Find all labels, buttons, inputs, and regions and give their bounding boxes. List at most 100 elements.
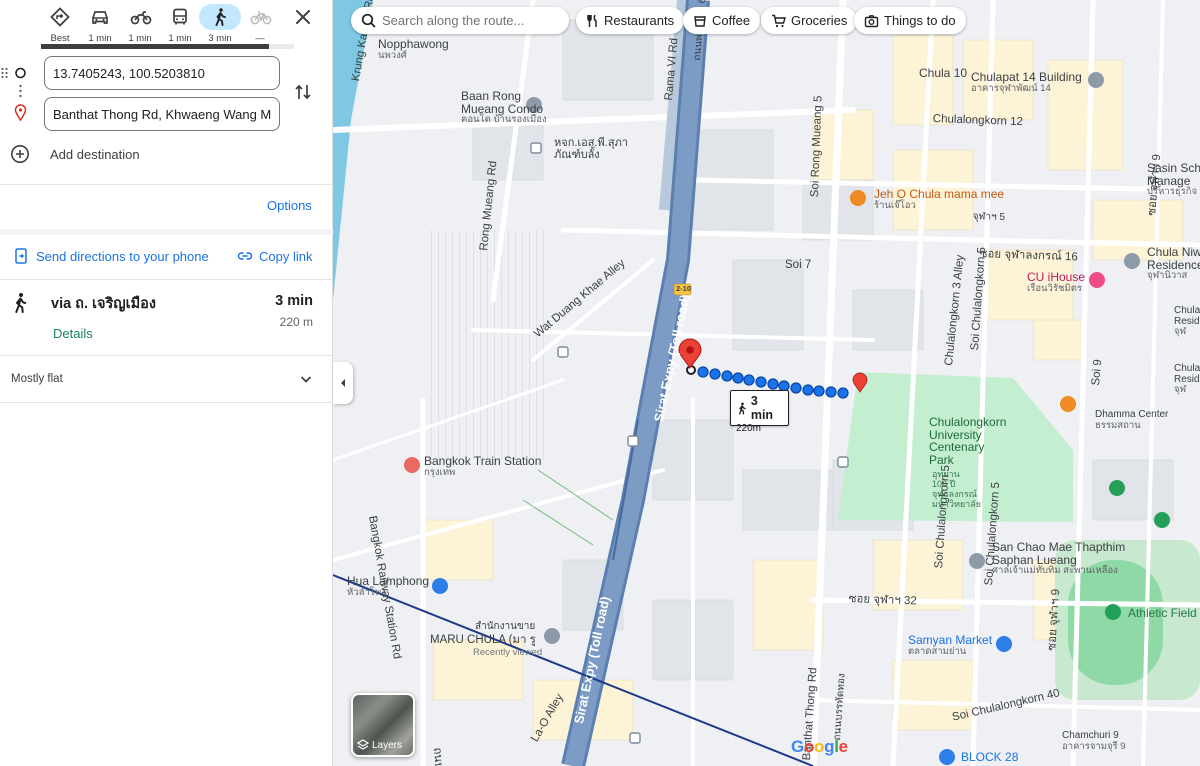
chip-things-to-do[interactable]: Things to do	[854, 7, 966, 34]
chip-restaurants-label: Restaurants	[604, 13, 675, 28]
route-distance: 220 m	[279, 315, 313, 329]
road-label: Soi 7	[785, 259, 812, 271]
divider	[0, 355, 333, 356]
mode-cycling[interactable]: —	[240, 4, 280, 46]
details-button[interactable]: Details	[53, 326, 93, 341]
poi-label: CU iHouse เรือนวิรัชมิตร	[1027, 270, 1086, 294]
place-label: MARU CHULA (มา รู	[430, 634, 536, 646]
route-stops-icon	[1, 67, 27, 122]
mode-cycling-label: —	[255, 33, 265, 44]
poi-label: Jeh O Chula mama mee ร้านเจ๊โอว	[874, 187, 1005, 211]
recent-label: Recently viewed	[473, 647, 543, 658]
directions-panel: Best 1 min 1 min 1 min 3 min — 13.740524…	[0, 0, 333, 766]
place-label: Chula Niw Residence จุฬานิวาส	[1147, 245, 1200, 282]
layers-button[interactable]: Layers	[351, 693, 415, 757]
place-label: Dhamma Center ธรรมสถาน	[1095, 409, 1169, 431]
add-destination-button[interactable]: Add destination	[10, 143, 140, 165]
chip-things-label: Things to do	[884, 13, 956, 28]
destination-input[interactable]	[44, 97, 280, 131]
coffee-icon	[694, 15, 706, 27]
chip-groceries[interactable]: Groceries	[761, 7, 858, 34]
best-route-icon	[50, 7, 70, 27]
copy-link-button[interactable]: Copy link	[237, 248, 312, 264]
search-along-route-input[interactable]: Search along the route...	[351, 7, 569, 34]
loading-progress-fill	[41, 44, 269, 49]
place-label: Nopphawong นพวงศ์	[378, 37, 449, 61]
poi-label: Athletic Field	[1128, 606, 1197, 620]
mode-driving[interactable]: 1 min	[80, 4, 120, 46]
road-label: ซอย จุฬาฯ 32	[848, 592, 918, 608]
mode-walking[interactable]: 3 min	[199, 4, 241, 46]
road-label: Soi 9	[1090, 358, 1105, 387]
search-placeholder: Search along the route...	[382, 13, 525, 28]
poi-label: Samyan Market ตลาดสามย่าน	[908, 633, 993, 657]
send-to-phone-icon	[15, 248, 27, 264]
bus-icon	[173, 8, 187, 25]
route-via: via ถ. เจริญเมือง	[51, 296, 156, 312]
elevation-row[interactable]: Mostly flat	[0, 358, 333, 402]
place-label: Chamchuri 9 อาคารจามจุรี 9	[1062, 730, 1126, 752]
copy-link-label: Copy link	[259, 248, 313, 264]
mode-best[interactable]: Best	[40, 4, 80, 46]
send-to-phone-button[interactable]: Send directions to your phone	[14, 248, 209, 264]
road-label: จุฬาฯ 5	[972, 210, 1006, 224]
google-logo: Google	[791, 737, 848, 756]
chevron-left-icon	[341, 379, 345, 387]
place-label: Baan Rong Mueang Condo คอนโด บ้านรองเมือง	[461, 89, 547, 126]
close-icon[interactable]	[292, 6, 314, 28]
walking-icon	[15, 293, 27, 313]
section-divider	[0, 229, 333, 235]
road-label: Chula 10	[919, 66, 968, 80]
divider	[0, 402, 333, 403]
divider	[0, 184, 333, 185]
link-icon	[237, 252, 253, 260]
add-destination-label: Add destination	[50, 146, 140, 162]
origin-input[interactable]	[44, 56, 280, 90]
place-label: หจก.เอส.พี.สุภา ภัณฑ์บลั้ง	[554, 137, 628, 161]
chip-coffee[interactable]: Coffee	[683, 7, 761, 34]
restaurant-icon	[587, 14, 597, 27]
drag-handle-icon	[1, 67, 8, 79]
layers-label: Layers	[372, 739, 403, 751]
camera-icon	[864, 14, 879, 27]
cart-icon	[772, 14, 786, 27]
route-time-bubble[interactable]: 3 min 220m	[730, 390, 789, 434]
layers-icon	[357, 739, 369, 750]
walking-icon	[739, 401, 746, 414]
place-label: ChulaResideจุฬ	[1174, 305, 1200, 337]
car-icon	[92, 11, 108, 24]
bubble-time: 3 min	[750, 394, 774, 422]
collapse-panel-button[interactable]	[333, 362, 353, 404]
mode-motorcycle[interactable]: 1 min	[120, 4, 160, 46]
chip-coffee-label: Coffee	[712, 13, 751, 28]
place-label: Bangkok Train Station กรุงเทพ	[424, 454, 542, 478]
place-label: San Chao Mae Thapthim Saphan Lueang ศาลเจ้…	[992, 540, 1126, 577]
chevron-down-icon	[300, 376, 312, 383]
place-label: ChulaResideจุฬ	[1174, 363, 1200, 395]
search-icon	[361, 13, 376, 28]
route-time: 3 min	[275, 293, 313, 309]
send-to-phone-label: Send directions to your phone	[36, 248, 209, 264]
place-label: Chulapat 14 Building อาคารจุฬาพัฒน์ 14	[971, 70, 1082, 94]
chip-restaurants[interactable]: Restaurants	[576, 7, 685, 34]
add-circle-icon	[11, 145, 29, 163]
travel-mode-bar: Best 1 min 1 min 1 min 3 min —	[40, 4, 280, 46]
chip-groceries-label: Groceries	[791, 13, 848, 28]
elevation-label: Mostly flat	[11, 373, 63, 385]
place-label: สำนักงานขาย	[475, 621, 536, 632]
swap-directions-icon[interactable]	[293, 82, 313, 102]
mode-transit[interactable]: 1 min	[160, 4, 200, 46]
route-option[interactable]: via ถ. เจริญเมือง 3 min 220 m Details	[0, 280, 333, 356]
map-canvas[interactable]: Search along the route... Restaurants Co…	[333, 0, 1200, 766]
highway-shield: 2-10	[676, 284, 692, 293]
bubble-distance: 220m	[736, 423, 762, 434]
options-button[interactable]: Options	[267, 198, 312, 213]
walking-icon	[215, 8, 226, 26]
loading-progress-bar	[41, 44, 294, 49]
poi-label: BLOCK 28	[961, 750, 1019, 764]
park-label: Chulalongkorn University Centenary Park	[929, 415, 1007, 467]
road-label: ซอย จุฬาลงกรณ์ 16	[979, 247, 1079, 264]
bicycle-icon	[250, 11, 272, 25]
motorcycle-icon	[130, 11, 152, 25]
road-label: ถนน	[430, 746, 445, 766]
